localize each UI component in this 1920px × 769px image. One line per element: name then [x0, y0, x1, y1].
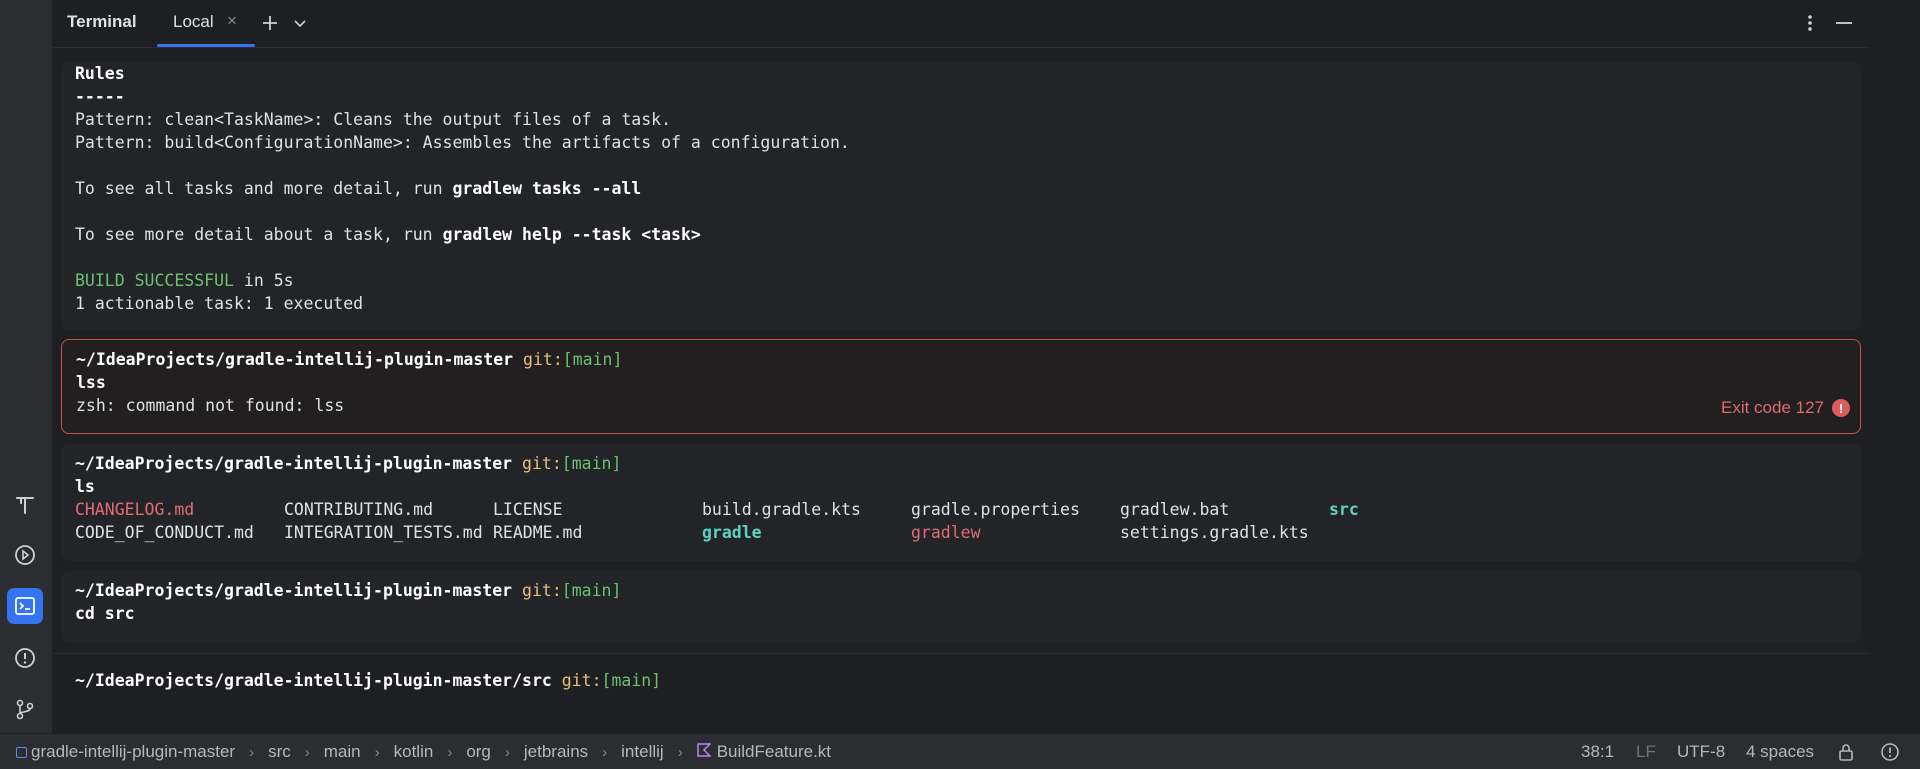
chevron-right-icon: › [374, 743, 380, 761]
terminal-icon[interactable] [7, 588, 43, 624]
ls-command-block: ~/IdeaProjects/gradle-intellij-plugin-ma… [61, 444, 1861, 561]
command-text: lss [76, 373, 106, 392]
command-output-block: Rules ----- Pattern: clean<TaskName>: Clea… [61, 62, 1861, 330]
file-encoding[interactable]: UTF-8 [1677, 742, 1725, 762]
minimize-icon[interactable] [1831, 10, 1857, 36]
add-tab-icon[interactable] [257, 10, 283, 36]
chevron-right-icon: › [304, 743, 310, 761]
chevron-down-icon[interactable] [287, 10, 313, 36]
output-text: gradlew help --task <task> [442, 225, 701, 244]
tab-label: Local [173, 12, 214, 31]
file-entry: CONTRIBUTING.md [284, 500, 434, 519]
output-text: 1 actionable task: 1 executed [75, 294, 364, 313]
file-entry: settings.gradle.kts [1120, 523, 1309, 542]
output-text: ----- [75, 87, 125, 106]
chevron-right-icon: › [447, 743, 453, 761]
output-text: To see all tasks and more detail, run [75, 179, 453, 198]
output-text: BUILD SUCCESSFUL [75, 271, 234, 290]
problems-icon[interactable] [7, 640, 43, 676]
output-text: Pattern: clean<TaskName>: Cleans the out… [75, 110, 672, 129]
exit-code-badge: Exit code 127 ! [1721, 398, 1850, 418]
tab-local[interactable]: Local × [157, 0, 255, 47]
exit-code-label: Exit code 127 [1720, 398, 1824, 417]
panel-title: Terminal [67, 12, 137, 31]
breadcrumb-item[interactable]: jetbrains [524, 742, 588, 762]
more-options-icon[interactable] [1797, 10, 1823, 36]
chevron-right-icon: › [677, 743, 683, 761]
output-line: ----- [75, 85, 1847, 108]
terminal-content[interactable]: Rules ----- Pattern: clean<TaskName>: Clea… [53, 48, 1870, 733]
left-tool-strip [0, 0, 53, 733]
output-text: gradlew tasks --all [452, 179, 642, 198]
run-icon[interactable] [7, 537, 43, 573]
breadcrumb-item[interactable]: org [466, 742, 491, 762]
file-entry: CHANGELOG.md [75, 500, 195, 519]
file-entry: INTEGRATION_TESTS.md [284, 523, 483, 542]
command-text: ls [75, 477, 95, 496]
file-entry: gradlew.bat [1120, 500, 1230, 519]
output-text: To see more detail about a task, run [75, 225, 443, 244]
output-line: To see more detail about a task, run gra… [75, 223, 1847, 246]
terminal-header: Terminal Local × [53, 0, 1870, 48]
file-entry: gradlew [911, 523, 981, 542]
breadcrumb-item[interactable]: src [268, 742, 291, 762]
active-tab-indicator [157, 44, 255, 47]
output-line: Rules [75, 62, 1847, 85]
chevron-right-icon: › [504, 743, 510, 761]
prompt-divider [53, 653, 1870, 654]
prompt-line: ~/IdeaProjects/gradle-intellij-plugin-ma… [75, 454, 622, 473]
file-entry: build.gradle.kts [702, 500, 861, 519]
breadcrumb-item[interactable]: main [324, 742, 361, 762]
breadcrumb-item[interactable]: intellij [621, 742, 664, 762]
prompt-line: ~/IdeaProjects/gradle-intellij-plugin-ma… [76, 350, 623, 369]
command-text: cd src [75, 604, 135, 623]
chevron-right-icon: › [602, 743, 608, 761]
ls-output-row: CODE_OF_CONDUCT.md INTEGRATION_TESTS.md RE… [75, 521, 1847, 544]
file-entry: LICENSE [493, 500, 563, 519]
git-icon[interactable] [7, 691, 43, 727]
kotlin-file-icon [696, 742, 712, 762]
ls-output-row: CHANGELOG.md CONTRIBUTING.md LICENSE build.… [75, 498, 1847, 521]
output-line: To see all tasks and more detail, run gr… [75, 177, 1847, 200]
breadcrumb-item[interactable]: BuildFeature.kt [717, 742, 831, 762]
file-entry: CODE_OF_CONDUCT.md [75, 523, 254, 542]
build-icon[interactable] [7, 487, 43, 523]
file-entry: src [1329, 500, 1359, 519]
output-text: in 5s [233, 271, 294, 290]
current-prompt[interactable]: ~/IdeaProjects/gradle-intellij-plugin-ma… [75, 669, 661, 692]
error-icon: ! [1832, 399, 1850, 417]
command-output: zsh: command not found: lss [76, 396, 345, 415]
notifications-icon[interactable] [1880, 742, 1900, 767]
output-text: Rules [75, 64, 125, 83]
cd-command-block: ~/IdeaProjects/gradle-intellij-plugin-ma… [61, 571, 1861, 643]
file-entry: README.md [493, 523, 583, 542]
failed-command-block: ~/IdeaProjects/gradle-intellij-plugin-ma… [61, 339, 1861, 434]
line-ending[interactable]: LF [1636, 742, 1656, 762]
output-line: 1 actionable task: 1 executed [75, 292, 1847, 315]
status-bar: gradle-intellij-plugin-master › src › main › k… [0, 733, 1920, 769]
output-line: Pattern: build<ConfigurationName>: Assem… [75, 131, 1847, 154]
lock-icon[interactable] [1838, 743, 1854, 766]
chevron-right-icon: › [249, 743, 255, 761]
output-line: Pattern: clean<TaskName>: Cleans the out… [75, 108, 1847, 131]
output-text: Pattern: build<ConfigurationName>: Assem… [75, 133, 850, 152]
close-icon[interactable]: × [227, 11, 237, 31]
breadcrumb-item[interactable]: kotlin [394, 742, 434, 762]
breadcrumb-item[interactable]: gradle-intellij-plugin-master [31, 742, 235, 762]
caret-position[interactable]: 38:1 [1581, 742, 1614, 762]
output-line: BUILD SUCCESSFUL in 5s [75, 269, 1847, 292]
breadcrumb: gradle-intellij-plugin-master › src › main › k… [16, 742, 831, 762]
indent-setting[interactable]: 4 spaces [1746, 742, 1814, 762]
file-entry: gradle [702, 523, 762, 542]
prompt-line: ~/IdeaProjects/gradle-intellij-plugin-ma… [75, 581, 622, 600]
file-entry: gradle.properties [911, 500, 1080, 519]
module-icon [16, 746, 27, 758]
